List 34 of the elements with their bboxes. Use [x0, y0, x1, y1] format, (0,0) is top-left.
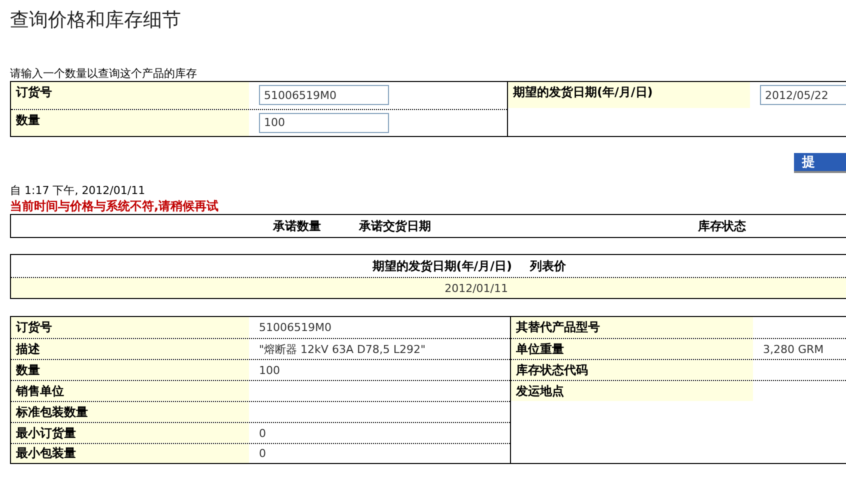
timestamp-text: 自 1:17 下午, 2012/01/11: [10, 184, 146, 197]
detail-label: 描述: [11, 339, 249, 359]
detail-value: 51006519M0: [259, 321, 332, 334]
error-message: 当前时间与价格与系统不符,请稍候再试: [10, 199, 219, 213]
column-header: 承诺数量: [273, 218, 321, 232]
detail-label: 发运地点: [511, 381, 753, 401]
column-header: 期望的发货日期(年/月/日): [372, 258, 512, 272]
detail-label: 其替代产品型号: [511, 317, 753, 338]
field-label: 数量: [11, 110, 249, 136]
submit-button[interactable]: 提: [794, 153, 846, 173]
column-header: 列表价: [530, 258, 566, 272]
detail-value: 0: [259, 447, 266, 460]
input-field[interactable]: 51006519M0: [259, 85, 389, 105]
table-cell: 2012/01/11: [444, 282, 508, 295]
column-header: 承诺交货日期: [359, 218, 431, 232]
page-title: 查询价格和库存细节: [10, 8, 182, 33]
detail-label: 标准包装数量: [11, 402, 249, 422]
detail-value: 100: [259, 364, 280, 376]
detail-label: 最小包装量: [11, 444, 249, 463]
instruction-text: 请输入一个数量以查询这个产品的库存: [10, 67, 197, 80]
detail-label: 库存状态代码: [511, 360, 753, 380]
field-label: 订货号: [11, 82, 249, 108]
date-field[interactable]: 2012/05/22: [760, 85, 846, 105]
detail-label: 订货号: [11, 317, 249, 338]
detail-value: 3,280 GRM: [763, 342, 824, 356]
input-field[interactable]: 100: [259, 112, 389, 132]
detail-value: 0: [259, 426, 266, 440]
detail-label: 销售单位: [11, 381, 249, 401]
detail-label: 最小订货量: [11, 423, 249, 443]
detail-value: "熔断器 12kV 63A D78,5 L292": [259, 342, 426, 356]
detail-label: 数量: [11, 360, 249, 380]
column-header: 库存状态: [698, 218, 746, 232]
field-label: 期望的发货日期(年/月/日): [508, 82, 750, 108]
detail-label: 单位重量: [511, 339, 753, 359]
